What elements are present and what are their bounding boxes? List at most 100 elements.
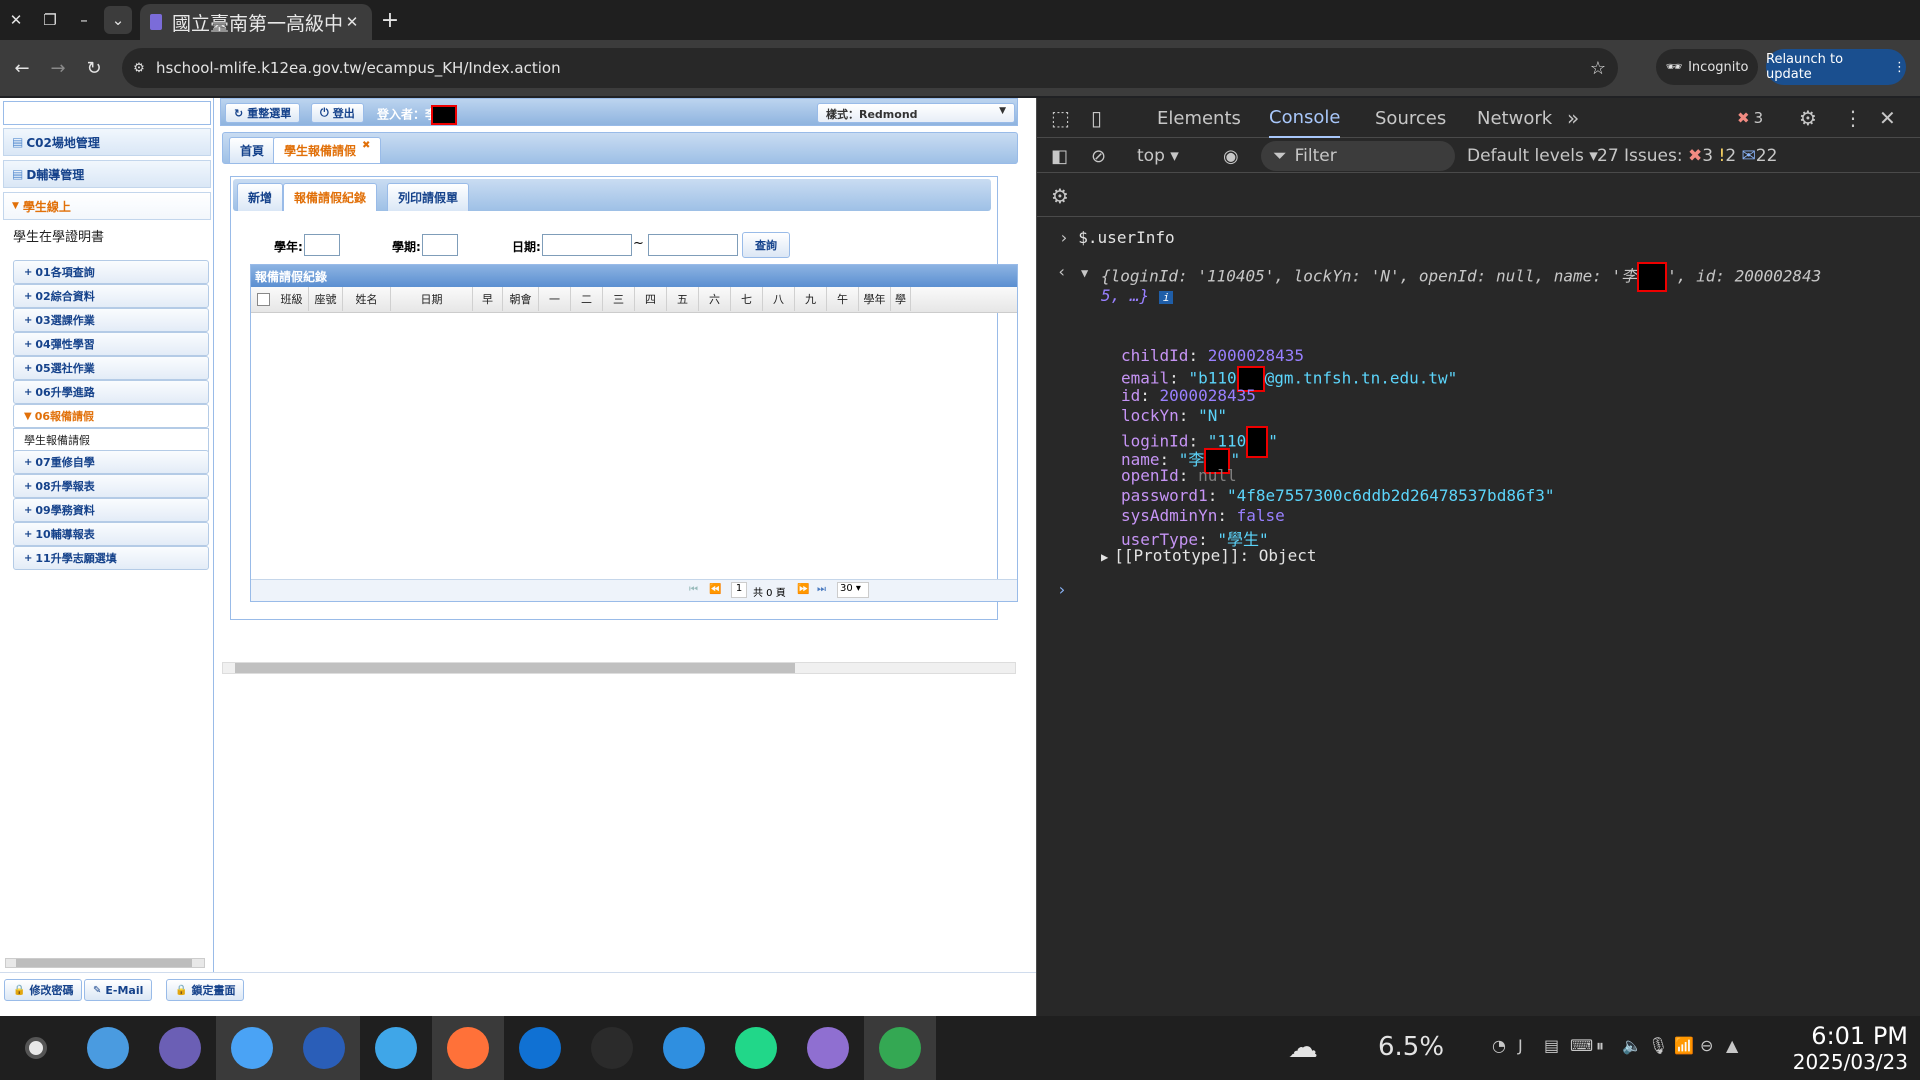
vscode-icon[interactable]: [648, 1016, 720, 1080]
site-info-icon[interactable]: ⚙: [122, 61, 156, 76]
new-tab-icon[interactable]: +: [376, 6, 404, 34]
sidebar-group-c02[interactable]: ▤ C02場地管理: [3, 128, 211, 156]
minimize-window-icon[interactable]: –: [70, 6, 98, 34]
grid-column-header[interactable]: 朝會: [503, 287, 539, 311]
close-tab-icon[interactable]: ✖: [362, 140, 370, 151]
close-window-icon[interactable]: ✕: [2, 6, 30, 34]
tab-home[interactable]: 首頁: [229, 137, 276, 163]
sidebar-item-4[interactable]: +05選社作業: [13, 356, 209, 380]
more-tabs-icon[interactable]: »: [1567, 98, 1579, 138]
property-row[interactable]: id: 2000028435: [1121, 386, 1256, 405]
grid-column-header[interactable]: 姓名: [343, 287, 391, 311]
style-select[interactable]: 樣式：Redmond ▼: [817, 103, 1015, 123]
sidebar-item-5[interactable]: +06升學進路: [13, 380, 209, 404]
sidebar-cert-link[interactable]: 學生在學證明書: [13, 226, 104, 245]
footer-button-1[interactable]: ✎ E-Mail: [84, 979, 153, 1001]
grid-column-header[interactable]: 班級: [275, 287, 309, 311]
property-row[interactable]: openId: null: [1121, 466, 1237, 485]
reload-icon[interactable]: ↻: [80, 54, 108, 82]
sidebar-group-student[interactable]: ▼ 學生線上: [3, 192, 211, 220]
address-bar[interactable]: ⚙ hschool-mlife.k12ea.gov.tw/ecampus_KH/…: [122, 48, 1618, 88]
volume-icon[interactable]: 🔈: [1622, 1036, 1642, 1055]
clear-console-icon[interactable]: ⊘: [1091, 139, 1106, 173]
issues-counter[interactable]: 27 Issues: ✖ 3 ! 2 ✉ 22: [1597, 139, 1777, 173]
grid-column-header[interactable]: 三: [603, 287, 635, 311]
chevron-up-icon[interactable]: ▲: [1726, 1036, 1738, 1055]
back-icon[interactable]: ←: [8, 54, 36, 82]
intellij-icon[interactable]: [792, 1016, 864, 1080]
console-prompt-icon[interactable]: ›: [1057, 580, 1067, 599]
live-expression-eye-icon[interactable]: ◉: [1223, 139, 1239, 173]
sidebar-item-12[interactable]: +11升學志願選填: [13, 546, 209, 570]
query-button[interactable]: 查詢: [742, 232, 790, 258]
device-toolbar-icon[interactable]: ▯: [1091, 98, 1102, 138]
clipboard-icon[interactable]: ▤: [1544, 1036, 1559, 1055]
safari-icon[interactable]: [360, 1016, 432, 1080]
grid-column-header[interactable]: 六: [699, 287, 731, 311]
sidebar-item-10[interactable]: +09學務資料: [13, 498, 209, 522]
settings-gear-icon[interactable]: ⚙: [1799, 98, 1817, 138]
tab-search-icon[interactable]: ⌄: [104, 6, 132, 34]
firefox-icon[interactable]: [432, 1016, 504, 1080]
pause-icon[interactable]: ⏸: [1596, 1036, 1604, 1056]
info-badge-icon[interactable]: i: [1158, 291, 1174, 304]
grid-column-header[interactable]: 五: [667, 287, 699, 311]
browser-circle-icon[interactable]: [288, 1016, 360, 1080]
log-levels-select[interactable]: Default levels ▾: [1467, 139, 1598, 173]
date-to-input[interactable]: [648, 234, 738, 256]
term-input[interactable]: [422, 234, 458, 256]
property-row[interactable]: password1: "4f8e7557300c6ddb2d26478537bd…: [1121, 486, 1554, 505]
sidebar-item-9[interactable]: +08升學報表: [13, 474, 209, 498]
devtools-tab-sources[interactable]: Sources: [1375, 98, 1446, 138]
grid-column-header[interactable]: 學年: [859, 287, 891, 311]
devtools-tab-console[interactable]: Console: [1269, 98, 1341, 138]
prev-page-icon[interactable]: ⏪: [709, 584, 721, 595]
grid-column-header[interactable]: 四: [635, 287, 667, 311]
last-page-icon[interactable]: ⏭: [817, 584, 826, 595]
prototype-row[interactable]: ▶ [[Prototype]]: Object: [1101, 546, 1317, 565]
sidebar-hscrollbar[interactable]: [5, 958, 205, 968]
chrome-icon[interactable]: [864, 1016, 936, 1080]
grid-column-header[interactable]: 午: [827, 287, 859, 311]
reload-menu-button[interactable]: ↻ 重整選單: [225, 103, 301, 123]
error-badge[interactable]: ✖ 3: [1737, 98, 1763, 138]
tab-leave-records[interactable]: 報備請假紀錄: [283, 183, 378, 211]
relaunch-button[interactable]: Relaunch to update ⋮: [1766, 49, 1906, 85]
forward-icon[interactable]: →: [44, 54, 72, 82]
sidebar-item-3[interactable]: +04彈性學習: [13, 332, 209, 356]
sidebar-item-0[interactable]: +01各項查詢: [13, 260, 209, 284]
page-number-input[interactable]: 1: [731, 582, 747, 598]
footer-button-2[interactable]: 🔒 鎖定畫面: [166, 979, 245, 1001]
tab-add[interactable]: 新增: [237, 183, 284, 211]
property-row[interactable]: sysAdminYn: false: [1121, 506, 1285, 525]
bookmark-star-icon[interactable]: ☆: [1578, 58, 1618, 79]
sidebar-item-8[interactable]: +07重修自學: [13, 450, 209, 474]
year-input[interactable]: [304, 234, 340, 256]
files-icon[interactable]: [216, 1016, 288, 1080]
devtools-more-icon[interactable]: ⋮: [1843, 98, 1863, 138]
grid-column-header[interactable]: 學: [891, 287, 911, 311]
grid-column-header[interactable]: 七: [731, 287, 763, 311]
joplin-tray-icon[interactable]: J: [1518, 1036, 1523, 1055]
grid-column-header[interactable]: 一: [539, 287, 571, 311]
activity-monitor-icon[interactable]: [144, 1016, 216, 1080]
sidebar-item-7[interactable]: +學生報備請假: [13, 428, 209, 452]
page-size-select[interactable]: 30 ▾: [837, 582, 869, 598]
dnd-icon[interactable]: ⊖: [1700, 1036, 1713, 1055]
sidebar-group-d[interactable]: ▤ D輔導管理: [3, 160, 211, 188]
obsidian-icon[interactable]: [576, 1016, 648, 1080]
main-hscrollbar[interactable]: [222, 662, 1016, 674]
browser-tab[interactable]: 國立臺南第一高級中學 ✕: [140, 4, 372, 40]
property-row[interactable]: lockYn: "N": [1121, 406, 1227, 425]
scroll-thumb[interactable]: [16, 959, 192, 967]
grid-column-header[interactable]: 二: [571, 287, 603, 311]
grid-column-header[interactable]: 八: [763, 287, 795, 311]
joplin-icon[interactable]: [504, 1016, 576, 1080]
clock-tray-icon[interactable]: ◔: [1492, 1036, 1506, 1055]
keyboard-icon[interactable]: ⌨: [1570, 1036, 1593, 1055]
settings-toggle-icon[interactable]: [72, 1016, 144, 1080]
pycharm-icon[interactable]: [720, 1016, 792, 1080]
sidebar-item-2[interactable]: +03選課作業: [13, 308, 209, 332]
grid-column-header[interactable]: 早: [473, 287, 503, 311]
select-all-checkbox[interactable]: [257, 293, 270, 306]
